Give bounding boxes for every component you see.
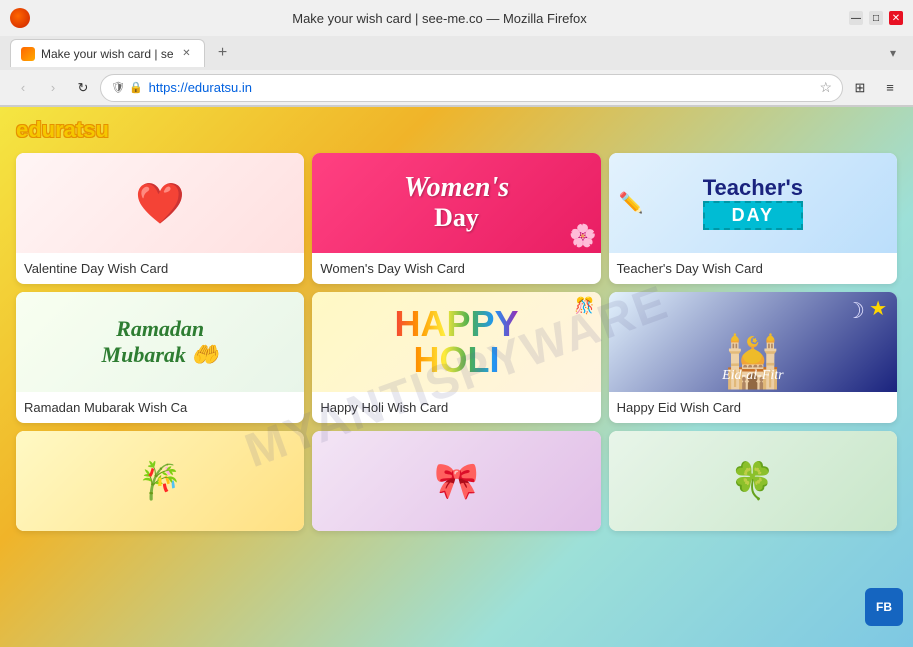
card-grid: ❤️ Valentine Day Wish Card Women'sDay 🌸 …: [16, 153, 897, 531]
partial-card-2-image: 🎀: [312, 431, 600, 531]
valentine-card-label: Valentine Day Wish Card: [16, 253, 304, 284]
tab-close-button[interactable]: ✕: [180, 47, 194, 61]
partial-card-2[interactable]: 🎀: [312, 431, 600, 531]
holi-decoration: 🎊: [575, 296, 595, 316]
hearts-icon: ❤️: [135, 180, 185, 227]
holi-card-label: Happy Holi Wish Card: [312, 392, 600, 423]
tab-list-arrow[interactable]: ▾: [883, 43, 903, 63]
eid-moon-icon: ☽: [845, 298, 865, 324]
teachers-day-card-image: ✏️ Teacher's DAY: [609, 153, 897, 253]
more-tools-button[interactable]: ≡: [877, 75, 903, 101]
security-shield-icon: 🛡: [111, 81, 125, 94]
womens-day-card[interactable]: Women'sDay 🌸 Women's Day Wish Card: [312, 153, 600, 284]
ramadan-card[interactable]: RamadanMubarak 🤲 Ramadan Mubarak Wish Ca: [16, 292, 304, 423]
womens-day-card-label: Women's Day Wish Card: [312, 253, 600, 284]
active-tab[interactable]: Make your wish card | se ✕: [10, 39, 205, 67]
forward-button[interactable]: ›: [40, 75, 66, 101]
teachers-day-card-label: Teacher's Day Wish Card: [609, 253, 897, 284]
feedback-button[interactable]: FB: [865, 588, 903, 626]
bookmark-star-icon[interactable]: ☆: [819, 79, 832, 96]
flower-decoration-icon: 🌸: [569, 223, 596, 249]
extensions-button[interactable]: ⊞: [847, 75, 873, 101]
tab-favicon: [21, 47, 35, 61]
url-text: https://eduratsu.in: [149, 80, 814, 95]
back-button[interactable]: ‹: [10, 75, 36, 101]
partial-1-icon: 🎋: [138, 460, 183, 502]
pencil-icon: ✏️: [619, 191, 644, 216]
eid-card-image: ☽ ★ 🕌 Eid-al-Fitr: [609, 292, 897, 392]
holi-card[interactable]: HAPPYHOLI 🎊 Happy Holi Wish Card: [312, 292, 600, 423]
minimize-button[interactable]: —: [849, 11, 863, 25]
teachers-day-box: DAY: [703, 201, 803, 230]
new-tab-button[interactable]: +: [211, 41, 235, 65]
tab-bar: Make your wish card | se ✕ + ▾: [0, 36, 913, 70]
tab-label: Make your wish card | se: [41, 47, 174, 61]
page-content: MYANTISPYWARE eduratsu ❤️ Valentine Day …: [0, 107, 913, 647]
eid-text: Eid-al-Fitr: [722, 368, 783, 383]
nav-bar: ‹ › ↻ 🛡 🔒 https://eduratsu.in ☆ ⊞ ≡: [0, 70, 913, 106]
partial-card-3[interactable]: 🍀: [609, 431, 897, 531]
title-bar: Make your wish card | see-me.co — Mozill…: [0, 0, 913, 36]
ramadan-card-label: Ramadan Mubarak Wish Ca: [16, 392, 304, 423]
ramadan-card-image: RamadanMubarak 🤲: [16, 292, 304, 392]
close-button[interactable]: ✕: [889, 11, 903, 25]
partial-card-1-image: 🎋: [16, 431, 304, 531]
refresh-button[interactable]: ↻: [70, 75, 96, 101]
site-logo[interactable]: eduratsu: [16, 117, 109, 143]
eid-card[interactable]: ☽ ★ 🕌 Eid-al-Fitr Happy Eid Wish Card: [609, 292, 897, 423]
address-bar[interactable]: 🛡 🔒 https://eduratsu.in ☆: [100, 74, 843, 102]
partial-card-3-image: 🍀: [609, 431, 897, 531]
eid-star-icon: ★: [869, 296, 887, 321]
teachers-text: Teacher's: [703, 176, 803, 200]
holi-text: HAPPYHOLI: [394, 306, 518, 378]
partial-3-icon: 🍀: [730, 460, 775, 502]
browser-title: Make your wish card | see-me.co — Mozill…: [30, 11, 849, 26]
valentine-card[interactable]: ❤️ Valentine Day Wish Card: [16, 153, 304, 284]
eid-card-label: Happy Eid Wish Card: [609, 392, 897, 423]
holi-card-image: HAPPYHOLI 🎊: [312, 292, 600, 392]
valentine-card-image: ❤️: [16, 153, 304, 253]
womens-day-text: Women'sDay: [404, 173, 509, 232]
lock-icon: 🔒: [129, 81, 143, 94]
partial-card-1[interactable]: 🎋: [16, 431, 304, 531]
firefox-icon: [10, 8, 30, 28]
ramadan-text: RamadanMubarak 🤲: [102, 316, 219, 369]
partial-2-icon: 🎀: [434, 460, 479, 502]
teachers-day-card[interactable]: ✏️ Teacher's DAY Teacher's Day Wish Card: [609, 153, 897, 284]
maximize-button[interactable]: □: [869, 11, 883, 25]
womens-day-card-image: Women'sDay 🌸: [312, 153, 600, 253]
